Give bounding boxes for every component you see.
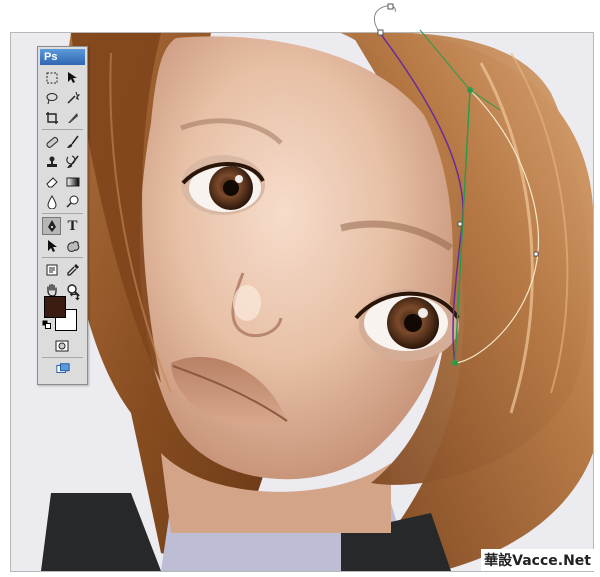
pen-tool-icon[interactable] [42, 217, 61, 235]
clone-stamp-tool-icon[interactable] [42, 153, 61, 171]
history-brush-tool-icon[interactable] [63, 153, 82, 171]
toolbox-divider [42, 357, 83, 358]
quick-mask-icon[interactable] [52, 337, 72, 355]
artwork-illustration [11, 33, 593, 571]
lasso-tool-icon[interactable] [42, 89, 61, 107]
document-canvas[interactable] [10, 32, 594, 572]
crop-tool-icon[interactable] [42, 109, 61, 127]
gradient-tool-icon[interactable] [63, 173, 82, 191]
eyedropper-tool-icon[interactable] [63, 261, 82, 279]
blur-tool-icon[interactable] [42, 193, 61, 211]
magic-wand-tool-icon[interactable] [63, 89, 82, 107]
type-tool-icon[interactable]: T [63, 217, 82, 235]
tools-panel: Ps T [37, 46, 88, 385]
path-selection-tool-icon[interactable] [42, 237, 61, 255]
toolbox-divider [42, 129, 83, 130]
watermark-text: 華設Vacce.Net [481, 549, 594, 571]
foreground-color-swatch[interactable] [44, 296, 66, 318]
swap-colors-icon[interactable] [68, 291, 80, 303]
eraser-tool-icon[interactable] [42, 173, 61, 191]
default-colors-icon[interactable] [42, 320, 52, 330]
marquee-tool-icon[interactable] [42, 69, 61, 87]
screen-mode-icon[interactable] [52, 360, 74, 378]
brush-tool-icon[interactable] [63, 133, 82, 151]
photoshop-logo[interactable]: Ps [40, 49, 85, 65]
toolbox-divider [42, 257, 83, 258]
healing-brush-tool-icon[interactable] [42, 133, 61, 151]
custom-shape-tool-icon[interactable] [63, 237, 82, 255]
toolbox-divider [42, 213, 83, 214]
slice-tool-icon[interactable] [63, 109, 82, 127]
dodge-tool-icon[interactable] [63, 193, 82, 211]
notes-tool-icon[interactable] [42, 261, 61, 279]
move-tool-icon[interactable] [63, 69, 82, 87]
